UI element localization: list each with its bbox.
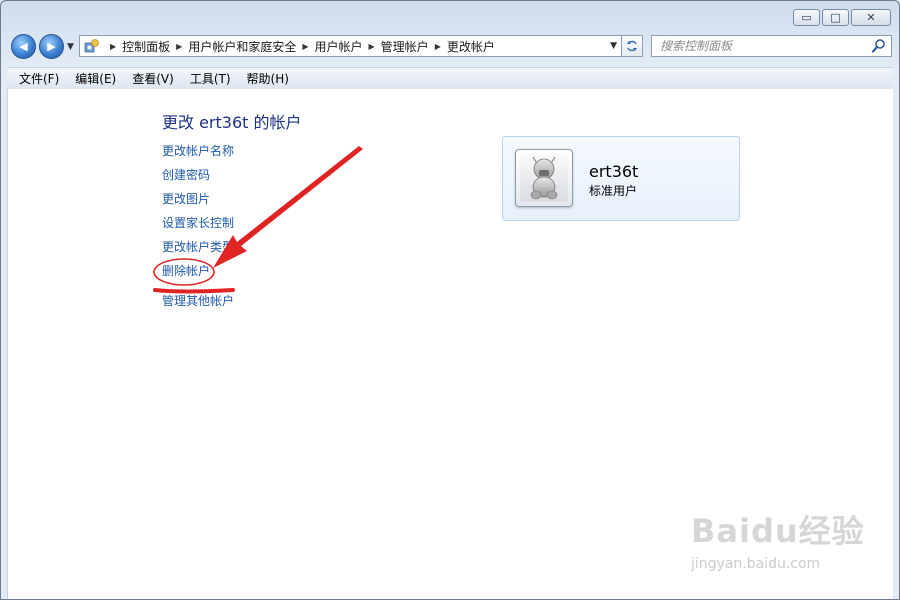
- create-password-link[interactable]: 创建密码: [162, 167, 234, 191]
- breadcrumb-item-manage-accounts[interactable]: 管理帐户: [381, 38, 429, 55]
- refresh-icon: [627, 40, 637, 52]
- menu-view[interactable]: 查看(V): [124, 70, 182, 87]
- control-panel-window: ▭ □ ✕ ◀ ▶ ▼ ▶ 控制面板 ▶ 用户帐户和家庭安全 ▶ 用户帐户 ▶: [0, 0, 900, 600]
- search-box[interactable]: [651, 35, 892, 57]
- breadcrumb-root-separator: ▶: [110, 41, 117, 51]
- account-type: 标准用户: [589, 184, 638, 198]
- address-bar[interactable]: ▶ 控制面板 ▶ 用户帐户和家庭安全 ▶ 用户帐户 ▶ 管理帐户 ▶ 更改帐户 …: [79, 35, 624, 57]
- page-title: 更改 ert36t 的帐户: [162, 113, 302, 132]
- recent-pages-dropdown[interactable]: ▼: [67, 42, 74, 52]
- breadcrumb: 控制面板 ▶ 用户帐户和家庭安全 ▶ 用户帐户 ▶ 管理帐户 ▶ 更改帐户: [122, 38, 495, 55]
- menu-tools[interactable]: 工具(T): [182, 70, 239, 87]
- menu-file[interactable]: 文件(F): [11, 70, 67, 87]
- account-card: ert36t 标准用户: [502, 136, 740, 221]
- breadcrumb-separator[interactable]: ▶: [302, 42, 308, 51]
- breadcrumb-separator[interactable]: ▶: [176, 42, 182, 51]
- breadcrumb-separator[interactable]: ▶: [369, 42, 375, 51]
- parental-controls-link[interactable]: 设置家长控制: [162, 215, 234, 239]
- task-links: 更改帐户名称 创建密码 更改图片 设置家长控制 更改帐户类型 删除帐户 管理其他…: [162, 143, 234, 317]
- baidu-watermark: Baidu经验 jingyan.baidu.com: [691, 506, 891, 586]
- refresh-button[interactable]: [621, 35, 643, 57]
- maximize-button[interactable]: □: [822, 9, 849, 26]
- menu-bar: 文件(F) 编辑(E) 查看(V) 工具(T) 帮助(H): [7, 67, 893, 90]
- search-input[interactable]: [652, 38, 871, 54]
- breadcrumb-item-control-panel[interactable]: 控制面板: [122, 38, 170, 55]
- watermark-url: jingyan.baidu.com: [691, 556, 821, 572]
- breadcrumb-separator[interactable]: ▶: [435, 42, 441, 51]
- avatar: [515, 149, 573, 207]
- breadcrumb-item-change-account[interactable]: 更改帐户: [447, 38, 495, 55]
- breadcrumb-item-user-accounts[interactable]: 用户帐户: [315, 38, 363, 55]
- account-name: ert36t: [589, 162, 639, 181]
- navigation-bar: ◀ ▶ ▼ ▶ 控制面板 ▶ 用户帐户和家庭安全 ▶ 用户帐户 ▶ 管理帐户 ▶: [7, 33, 893, 61]
- change-account-type-link[interactable]: 更改帐户类型: [162, 239, 234, 263]
- change-account-name-link[interactable]: 更改帐户名称: [162, 143, 234, 167]
- close-button[interactable]: ✕: [851, 9, 891, 26]
- back-arrow-icon[interactable]: ◀: [11, 34, 36, 59]
- search-icon[interactable]: [871, 38, 887, 54]
- control-panel-icon: [84, 38, 100, 54]
- menu-help[interactable]: 帮助(H): [239, 70, 297, 87]
- caption-buttons: ▭ □ ✕: [793, 9, 891, 26]
- manage-other-accounts-link[interactable]: 管理其他帐户: [162, 293, 234, 317]
- change-picture-link[interactable]: 更改图片: [162, 191, 234, 215]
- user-avatar-icon: [520, 154, 568, 202]
- watermark-logo: Baidu经验: [691, 512, 865, 550]
- menu-edit[interactable]: 编辑(E): [67, 70, 124, 87]
- minimize-button[interactable]: ▭: [793, 9, 820, 26]
- delete-account-link[interactable]: 删除帐户: [162, 263, 234, 287]
- forward-arrow-icon[interactable]: ▶: [39, 34, 64, 59]
- address-dropdown-arrow[interactable]: ▼: [610, 41, 617, 51]
- breadcrumb-item-user-accounts-family[interactable]: 用户帐户和家庭安全: [188, 38, 296, 55]
